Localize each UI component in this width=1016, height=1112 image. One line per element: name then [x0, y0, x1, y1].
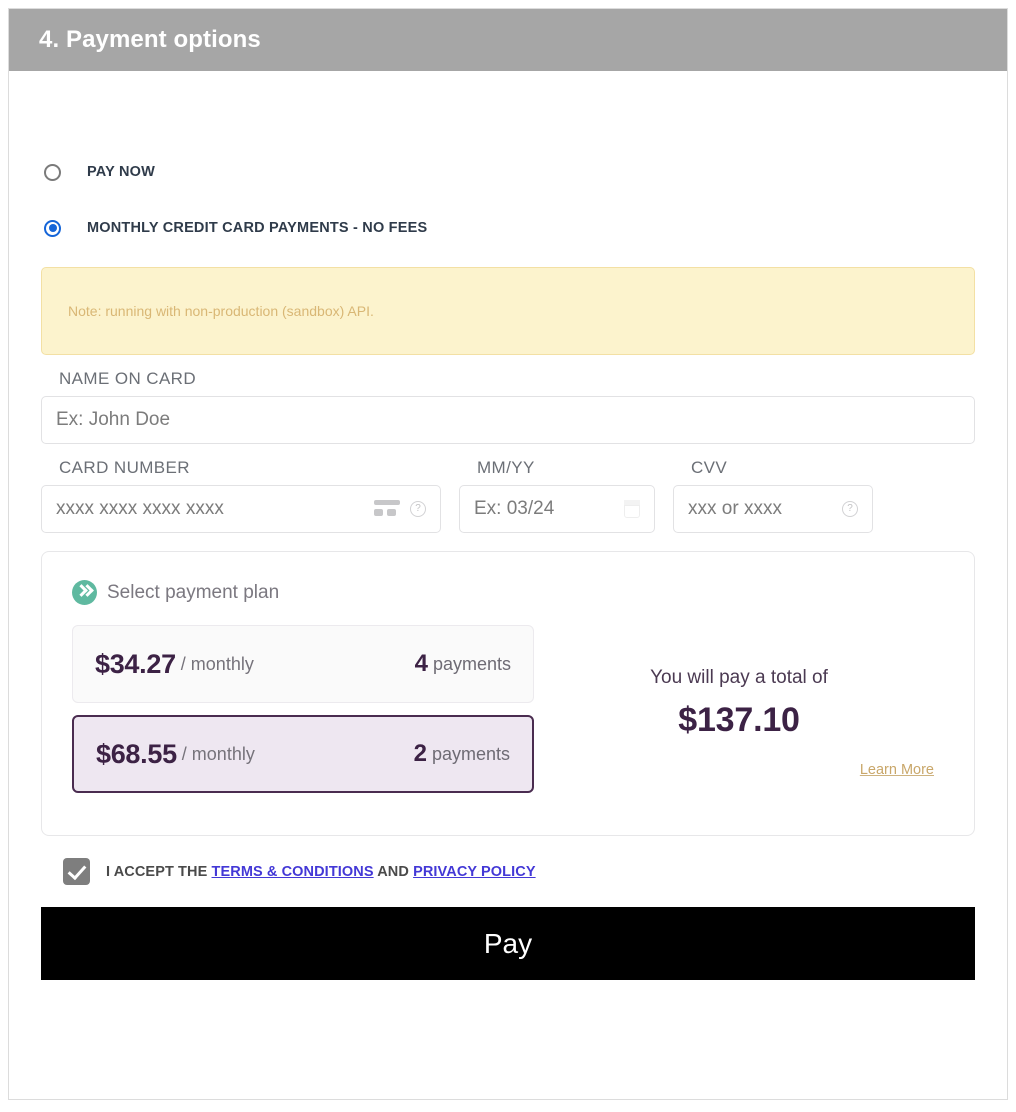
payment-option-label: MONTHLY CREDIT CARD PAYMENTS - NO FEES: [87, 220, 428, 236]
card-number-placeholder: xxxx xxxx xxxx xxxx: [56, 498, 224, 519]
sandbox-note-banner: Note: running with non-production (sandb…: [41, 267, 975, 355]
plan-count-word: payments: [431, 743, 510, 764]
radio-icon-checked[interactable]: [44, 219, 61, 237]
plan-count-word: payments: [432, 653, 511, 674]
payment-plan-card: Select payment plan $34.27 / monthly 4 p…: [41, 551, 975, 836]
card-number-group: CARD NUMBER xxxx xxxx xxxx xxxx ?: [41, 444, 441, 533]
expiry-input[interactable]: Ex: 03/24: [459, 485, 655, 533]
plan-period: / monthly: [181, 743, 255, 764]
card-number-input[interactable]: xxxx xxxx xxxx xxxx ?: [41, 485, 441, 533]
calendar-icon[interactable]: [623, 500, 640, 518]
cvv-placeholder: xxx or xxxx: [688, 498, 782, 519]
privacy-policy-link[interactable]: PRIVACY POLICY: [413, 864, 536, 880]
expiry-label: MM/YY: [477, 458, 535, 477]
pay-button[interactable]: Pay: [41, 907, 975, 980]
expiry-group: MM/YY Ex: 03/24: [459, 444, 655, 533]
terms-conjunction: AND: [377, 863, 409, 880]
payment-options-panel: 4. Payment options PAY NOW MONTHLY CREDI…: [8, 8, 1008, 1100]
learn-more-link[interactable]: Learn More: [860, 762, 934, 778]
plan-period: / monthly: [180, 653, 254, 674]
payment-plan-option-4[interactable]: $34.27 / monthly 4 payments: [72, 625, 534, 703]
plan-amount: $68.55: [96, 738, 177, 769]
payment-plan-option-2[interactable]: $68.55 / monthly 2 payments: [72, 715, 534, 793]
help-circle-icon[interactable]: ?: [410, 501, 426, 517]
terms-checkbox[interactable]: [63, 858, 90, 885]
payment-option-list: PAY NOW MONTHLY CREDIT CARD PAYMENTS - N…: [41, 155, 975, 245]
payment-plan-body: $34.27 / monthly 4 payments $68.55 / mon…: [72, 625, 944, 805]
payment-plan-heading: Select payment plan: [107, 581, 280, 603]
terms-prefix: I ACCEPT THE: [106, 863, 208, 880]
name-on-card-placeholder: Ex: John Doe: [56, 409, 171, 430]
payment-total: You will pay a total of $137.10 Learn Mo…: [534, 625, 944, 805]
panel-header: 4. Payment options: [9, 9, 1007, 71]
total-label: You will pay a total of: [650, 666, 828, 688]
plan-amount: $34.27: [95, 648, 176, 679]
payment-option-label: PAY NOW: [87, 164, 156, 180]
page-title: 4. Payment options: [39, 26, 261, 53]
sandbox-note-text: Note: running with non-production (sandb…: [68, 303, 374, 319]
expiry-placeholder: Ex: 03/24: [474, 498, 555, 519]
terms-conditions-link[interactable]: TERMS & CONDITIONS: [212, 864, 374, 880]
card-details-row: CARD NUMBER xxxx xxxx xxxx xxxx ? MM/YY …: [41, 444, 975, 533]
double-chevron-icon: [72, 580, 97, 605]
plan-count: 2: [413, 740, 427, 767]
cvv-group: CVV xxx or xxxx ?: [673, 444, 873, 533]
plan-count: 4: [414, 650, 428, 677]
cvv-label: CVV: [691, 458, 728, 477]
payment-option-pay-now[interactable]: PAY NOW: [41, 155, 975, 189]
panel-body: PAY NOW MONTHLY CREDIT CARD PAYMENTS - N…: [9, 155, 1007, 980]
help-circle-icon[interactable]: ?: [842, 501, 858, 517]
card-number-label: CARD NUMBER: [59, 458, 190, 477]
payment-plan-header: Select payment plan: [72, 580, 944, 605]
name-on-card-label: NAME ON CARD: [59, 369, 197, 388]
total-amount: $137.10: [678, 700, 800, 739]
name-on-card-input[interactable]: Ex: John Doe: [41, 396, 975, 444]
radio-icon-unchecked[interactable]: [44, 163, 61, 181]
credit-card-icon: [374, 500, 400, 518]
terms-acceptance-row[interactable]: I ACCEPT THE TERMS & CONDITIONS AND PRIV…: [63, 858, 975, 885]
cvv-input[interactable]: xxx or xxxx ?: [673, 485, 873, 533]
payment-option-monthly[interactable]: MONTHLY CREDIT CARD PAYMENTS - NO FEES: [41, 211, 975, 245]
terms-text: I ACCEPT THE TERMS & CONDITIONS AND PRIV…: [106, 864, 536, 880]
payment-plan-options: $34.27 / monthly 4 payments $68.55 / mon…: [72, 625, 534, 805]
